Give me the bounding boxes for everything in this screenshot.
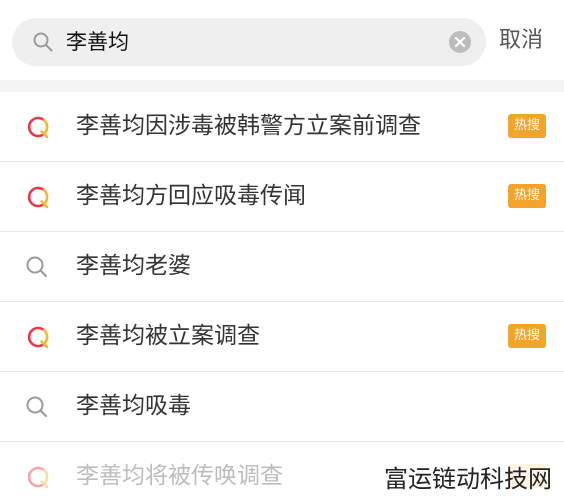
list-item[interactable]: 李善均老婆	[0, 232, 564, 302]
search-icon	[33, 32, 53, 52]
search-icon	[26, 256, 47, 277]
search-page: 李善均 取消 李善均因涉毒被韩警方立案前调查 热搜 李善均方回应吸毒传闻 热搜 …	[0, 0, 564, 500]
search-header: 李善均 取消	[0, 0, 564, 80]
hot-search-icon	[27, 186, 49, 209]
suggestion-text: 李善均因涉毒被韩警方立案前调查	[76, 113, 421, 139]
suggestion-text: 李善均将被传唤调查	[76, 463, 283, 489]
hot-search-icon	[27, 466, 49, 489]
hot-badge: 热搜	[508, 184, 546, 208]
divider	[0, 80, 564, 92]
search-query-text: 李善均	[66, 30, 129, 54]
hot-badge: 热搜	[508, 114, 546, 138]
search-input[interactable]: 李善均	[12, 18, 486, 66]
watermark: 富运链动科技网	[382, 464, 554, 494]
clear-icon[interactable]	[448, 30, 472, 54]
search-icon	[26, 396, 47, 417]
suggestion-text: 李善均老婆	[76, 253, 191, 279]
suggestion-text: 李善均方回应吸毒传闻	[76, 183, 306, 209]
suggestion-list: 李善均因涉毒被韩警方立案前调查 热搜 李善均方回应吸毒传闻 热搜 李善均老婆 李…	[0, 92, 564, 500]
hot-search-icon	[27, 116, 49, 139]
hot-badge: 热搜	[508, 324, 546, 348]
hot-search-icon	[27, 326, 49, 349]
cancel-button[interactable]: 取消	[499, 26, 543, 56]
list-item[interactable]: 李善均被立案调查 热搜	[0, 302, 564, 372]
list-item[interactable]: 李善均因涉毒被韩警方立案前调查 热搜	[0, 92, 564, 162]
suggestion-text: 李善均吸毒	[76, 393, 191, 419]
list-item[interactable]: 李善均吸毒	[0, 372, 564, 442]
list-item[interactable]: 李善均方回应吸毒传闻 热搜	[0, 162, 564, 232]
suggestion-text: 李善均被立案调查	[76, 323, 260, 349]
